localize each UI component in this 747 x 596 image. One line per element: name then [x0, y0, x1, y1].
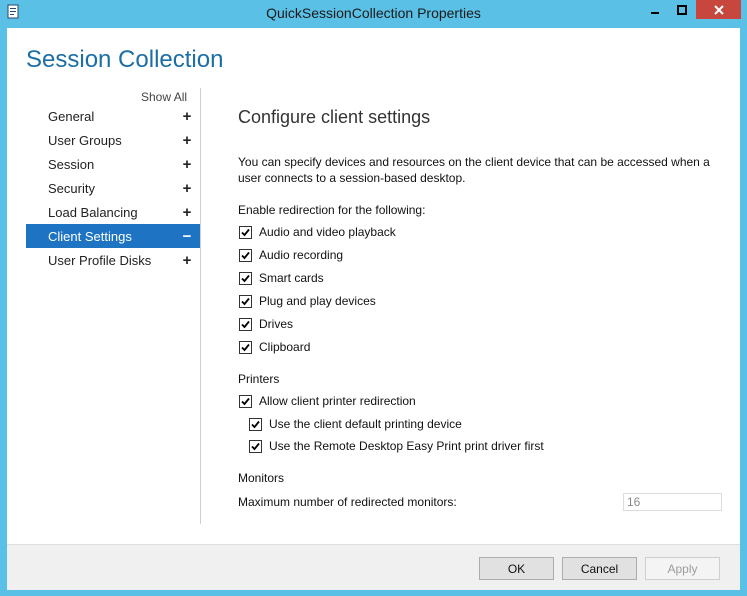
sidebar-item-client-settings[interactable]: Client Settings −	[26, 224, 200, 248]
checkbox-label: Audio recording	[259, 248, 344, 262]
checkbox-label: Drives	[259, 317, 294, 331]
checkbox[interactable]	[239, 394, 252, 408]
checkbox-easy-print-driver[interactable]: Use the Remote Desktop Easy Print print …	[249, 437, 544, 455]
title-bar: QuickSessionCollection Properties	[0, 0, 747, 26]
checkbox[interactable]	[239, 294, 252, 308]
checkbox-default-printing-device[interactable]: Use the client default printing device	[249, 415, 462, 433]
checkmark-icon	[241, 397, 250, 405]
dialog-client-area: Session Collection Show All General + Us…	[7, 28, 740, 590]
sidebar-item-security[interactable]: Security +	[26, 176, 200, 200]
sidebar-item-label: Security	[48, 180, 95, 196]
checkbox-label: Audio and video playback	[259, 225, 396, 239]
sidebar-item-label: Session	[48, 156, 95, 172]
checkbox-label: Use the Remote Desktop Easy Print print …	[269, 439, 544, 453]
checkbox[interactable]	[239, 271, 252, 285]
checkbox-label: Clipboard	[259, 340, 311, 354]
checkbox[interactable]	[239, 340, 252, 354]
maximize-icon	[677, 4, 687, 15]
page-title: Session Collection	[26, 46, 224, 73]
checkbox[interactable]	[239, 317, 252, 331]
sidebar-item-user-profile-disks[interactable]: User Profile Disks +	[26, 248, 200, 272]
checkmark-icon	[241, 274, 250, 282]
sidebar-divider	[200, 88, 201, 524]
checkmark-icon	[241, 297, 250, 305]
sidebar-item-general[interactable]: General +	[26, 104, 200, 128]
apply-button[interactable]: Apply	[645, 557, 720, 580]
checkbox[interactable]	[249, 417, 262, 431]
checkmark-icon	[241, 228, 250, 236]
dialog-footer: OK Cancel Apply	[7, 544, 740, 590]
sidebar-item-label: User Profile Disks	[48, 252, 152, 268]
checkbox-plug-and-play-devices[interactable]: Plug and play devices	[239, 292, 376, 310]
cancel-button[interactable]: Cancel	[562, 557, 637, 580]
checkbox-label: Smart cards	[259, 271, 324, 285]
ok-button[interactable]: OK	[479, 557, 554, 580]
checkbox-label: Use the client default printing device	[269, 417, 462, 431]
checkbox-smart-cards[interactable]: Smart cards	[239, 269, 324, 287]
expand-icon: +	[182, 251, 192, 269]
checkbox-label: Plug and play devices	[259, 294, 376, 308]
checkbox-audio-recording[interactable]: Audio recording	[239, 246, 343, 264]
expand-icon: +	[182, 203, 192, 221]
checkbox-label: Allow client printer redirection	[259, 394, 416, 408]
printers-label: Printers	[238, 372, 280, 386]
maximize-button[interactable]	[669, 0, 695, 19]
sidebar-item-user-groups[interactable]: User Groups +	[26, 128, 200, 152]
expand-icon: +	[182, 155, 192, 173]
sidebar-item-label: Load Balancing	[48, 204, 138, 220]
checkbox-audio-video-playback[interactable]: Audio and video playback	[239, 223, 396, 241]
redirection-label: Enable redirection for the following:	[238, 203, 426, 217]
minimize-button[interactable]	[642, 0, 668, 19]
expand-icon: +	[182, 107, 192, 125]
expand-icon: +	[182, 131, 192, 149]
monitors-label: Monitors	[238, 471, 285, 485]
checkbox-drives[interactable]: Drives	[239, 315, 293, 333]
sidebar-item-label: User Groups	[48, 132, 122, 148]
checkbox[interactable]	[249, 439, 262, 453]
sidebar-item-label: Client Settings	[48, 228, 132, 244]
max-monitors-label: Maximum number of redirected monitors:	[238, 495, 457, 509]
sidebar-item-label: General	[48, 108, 95, 124]
close-button[interactable]	[696, 0, 741, 19]
checkmark-icon	[251, 420, 260, 428]
checkbox-allow-printer-redirection[interactable]: Allow client printer redirection	[239, 392, 416, 410]
checkbox-clipboard[interactable]: Clipboard	[239, 338, 310, 356]
checkmark-icon	[251, 442, 260, 450]
window-title: QuickSessionCollection Properties	[266, 5, 481, 21]
minimize-icon	[651, 11, 659, 14]
checkbox[interactable]	[239, 225, 252, 239]
max-monitors-input[interactable]: 16	[623, 493, 722, 511]
section-title: Configure client settings	[238, 107, 431, 127]
checkmark-icon	[241, 251, 250, 259]
close-icon	[713, 4, 724, 15]
section-description: You can specify devices and resources on…	[238, 155, 710, 185]
collapse-icon: −	[182, 227, 192, 245]
show-all-link[interactable]: Show All	[141, 90, 187, 104]
expand-icon: +	[182, 179, 192, 197]
checkbox[interactable]	[239, 248, 252, 262]
checkmark-icon	[241, 320, 250, 328]
checkmark-icon	[241, 343, 250, 351]
sidebar-item-load-balancing[interactable]: Load Balancing +	[26, 200, 200, 224]
sidebar-item-session[interactable]: Session +	[26, 152, 200, 176]
